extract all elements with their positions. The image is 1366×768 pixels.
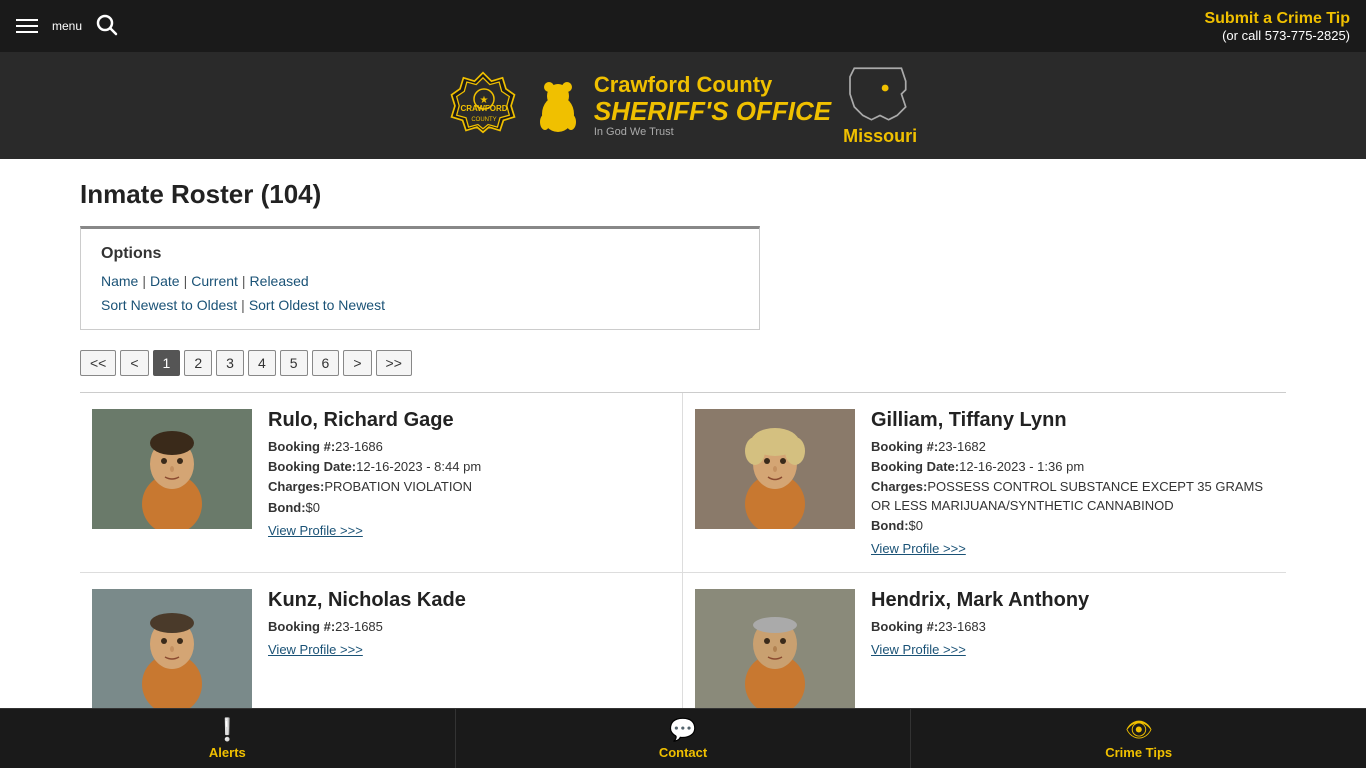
crime-tip-link[interactable]: Submit a Crime Tip <box>1204 10 1350 27</box>
header-right: Submit a Crime Tip (or call 573-775-2825… <box>1204 10 1350 43</box>
inmate-info-kunz: Kunz, Nicholas Kade Booking #:23-1685 Vi… <box>268 589 670 709</box>
contact-label: Contact <box>659 745 707 760</box>
inmate-info-rulo: Rulo, Richard Gage Booking #:23-1686 Boo… <box>268 409 670 556</box>
inmate-info-gilliam: Gilliam, Tiffany Lynn Booking #:23-1682 … <box>871 409 1274 556</box>
sheriff-text: Crawford County SHERIFF'S OFFICE In God … <box>594 73 831 138</box>
page-next[interactable]: > <box>343 350 371 376</box>
top-header: menu Submit a Crime Tip (or call 573-775… <box>0 0 1366 52</box>
nav-alerts[interactable]: ❕ Alerts <box>0 709 456 768</box>
page-6[interactable]: 6 <box>312 350 340 376</box>
booking-number-hendrix: Booking #:23-1683 <box>871 618 1274 636</box>
booking-number-rulo: Booking #:23-1686 <box>268 438 670 456</box>
inmate-info-hendrix: Hendrix, Mark Anthony Booking #:23-1683 … <box>871 589 1274 709</box>
inmate-name-gilliam: Gilliam, Tiffany Lynn <box>871 409 1274 432</box>
filter-current[interactable]: Current <box>191 273 238 289</box>
page-2[interactable]: 2 <box>184 350 212 376</box>
svg-text:COUNTY: COUNTY <box>471 117 496 123</box>
crawford-county-text: Crawford County <box>594 73 831 97</box>
main-content: Inmate Roster (104) Options Name | Date … <box>0 159 1366 746</box>
nav-crime-tips[interactable]: 👁 Crime Tips <box>911 709 1366 768</box>
sort-newest[interactable]: Sort Newest to Oldest <box>101 297 237 313</box>
inmate-name-hendrix: Hendrix, Mark Anthony <box>871 589 1274 612</box>
page-3[interactable]: 3 <box>216 350 244 376</box>
page-4[interactable]: 4 <box>248 350 276 376</box>
inmate-card-gilliam: Gilliam, Tiffany Lynn Booking #:23-1682 … <box>683 393 1286 573</box>
logo-header: CRAWFORD COUNTY ★ Crawford County SHERIF… <box>0 52 1366 159</box>
crime-tips-icon: 👁 <box>1125 717 1153 743</box>
in-god-text: In God We Trust <box>594 126 831 138</box>
page-title: Inmate Roster (104) <box>80 179 1286 210</box>
view-profile-kunz[interactable]: View Profile >>> <box>268 642 363 657</box>
sheriffs-office-text: SHERIFF'S OFFICE <box>594 97 831 126</box>
inmate-card-rulo: Rulo, Richard Gage Booking #:23-1686 Boo… <box>80 393 683 573</box>
page-prev[interactable]: < <box>120 350 148 376</box>
options-box: Options Name | Date | Current | Released… <box>80 226 760 330</box>
page-first[interactable]: << <box>80 350 116 376</box>
charges-gilliam: Charges:POSSESS CONTROL SUBSTANCE EXCEPT… <box>871 478 1274 514</box>
sheriff-badge: CRAWFORD COUNTY ★ <box>449 71 519 141</box>
inmate-photo-rulo <box>92 409 252 529</box>
contact-icon: 💬 <box>669 717 696 743</box>
filter-date[interactable]: Date <box>150 273 180 289</box>
inmate-name-rulo: Rulo, Richard Gage <box>268 409 670 432</box>
sort-links: Sort Newest to Oldest | Sort Oldest to N… <box>101 297 739 313</box>
alerts-label: Alerts <box>209 745 246 760</box>
filter-links: Name | Date | Current | Released <box>101 273 739 289</box>
pagination: << < 1 2 3 4 5 6 > >> <box>80 350 1286 376</box>
svg-text:★: ★ <box>479 95 488 106</box>
inmate-photo-gilliam <box>695 409 855 529</box>
page-last[interactable]: >> <box>376 350 412 376</box>
bond-rulo: Bond:$0 <box>268 499 670 517</box>
nav-contact[interactable]: 💬 Contact <box>456 709 912 768</box>
view-profile-rulo[interactable]: View Profile >>> <box>268 523 363 538</box>
booking-date-rulo: Booking Date:12-16-2023 - 8:44 pm <box>268 458 670 476</box>
bottom-nav: ❕ Alerts 💬 Contact 👁 Crime Tips <box>0 708 1366 768</box>
options-title: Options <box>101 245 739 263</box>
view-profile-hendrix[interactable]: View Profile >>> <box>871 642 966 657</box>
booking-number-kunz: Booking #:23-1685 <box>268 618 670 636</box>
missouri-map <box>845 64 915 124</box>
booking-date-gilliam: Booking Date:12-16-2023 - 1:36 pm <box>871 458 1274 476</box>
page-1[interactable]: 1 <box>153 350 181 376</box>
header-left: menu <box>16 14 118 39</box>
booking-number-gilliam: Booking #:23-1682 <box>871 438 1274 456</box>
inmate-card-kunz: Kunz, Nicholas Kade Booking #:23-1685 Vi… <box>80 573 683 726</box>
alerts-icon: ❕ <box>214 717 241 743</box>
menu-label: menu <box>52 19 82 33</box>
inmate-roster-grid: Rulo, Richard Gage Booking #:23-1686 Boo… <box>80 393 1286 726</box>
charges-rulo: Charges:PROBATION VIOLATION <box>268 478 670 496</box>
inmate-photo-kunz <box>92 589 252 709</box>
bond-gilliam: Bond:$0 <box>871 517 1274 535</box>
view-profile-gilliam[interactable]: View Profile >>> <box>871 541 966 556</box>
crime-tips-label: Crime Tips <box>1105 745 1172 760</box>
sort-oldest[interactable]: Sort Oldest to Newest <box>249 297 385 313</box>
missouri-text: Missouri <box>843 126 917 147</box>
page-5[interactable]: 5 <box>280 350 308 376</box>
inmate-name-kunz: Kunz, Nicholas Kade <box>268 589 670 612</box>
crime-tip-phone: (or call 573-775-2825) <box>1204 28 1350 43</box>
hamburger-menu[interactable] <box>16 19 38 33</box>
filter-released[interactable]: Released <box>250 273 309 289</box>
inmate-photo-hendrix <box>695 589 855 709</box>
search-icon[interactable] <box>96 14 118 39</box>
sheriff-logo: Crawford County SHERIFF'S OFFICE In God … <box>531 73 831 138</box>
inmate-card-hendrix: Hendrix, Mark Anthony Booking #:23-1683 … <box>683 573 1286 726</box>
filter-name[interactable]: Name <box>101 273 138 289</box>
